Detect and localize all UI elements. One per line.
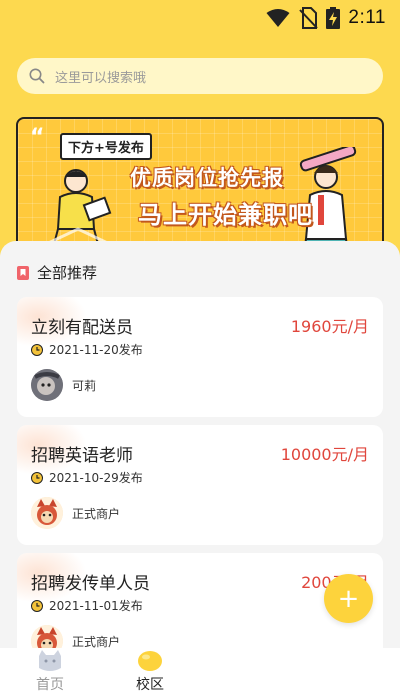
- bottom-nav: 首页 校区: [0, 648, 400, 700]
- search-bar[interactable]: 这里可以搜索哦: [17, 58, 383, 94]
- job-card[interactable]: 招聘英语老师 10000元/月 2021-10-29发布 正式商户: [17, 425, 383, 545]
- home-icon: [39, 650, 61, 671]
- avatar: [31, 369, 63, 401]
- status-bar: 2:11: [0, 0, 400, 36]
- job-title: 招聘英语老师: [31, 446, 133, 466]
- nav-item-home[interactable]: 首页: [20, 648, 80, 700]
- poster-name: 正式商户: [72, 634, 121, 649]
- job-card[interactable]: 立刻有配送员 1960元/月 2021-11-20发布 可莉: [17, 297, 383, 417]
- status-time: 2:11: [348, 7, 386, 28]
- section-header: 全部推荐: [17, 262, 97, 283]
- job-date: 2021-11-20发布: [49, 343, 143, 357]
- job-date: 2021-10-29发布: [49, 471, 143, 485]
- plus-icon: +: [337, 583, 360, 614]
- poster-name: 正式商户: [72, 506, 121, 521]
- banner-headline-2: 马上开始兼职吧: [138, 201, 313, 229]
- job-salary: 10000元/月: [280, 445, 369, 464]
- job-poster-row: 可莉: [31, 369, 96, 401]
- no-sim-icon: [299, 7, 319, 29]
- clock-icon: [31, 343, 43, 356]
- job-date-row: 2021-10-29发布: [31, 469, 143, 486]
- banner-headline-1: 优质岗位抢先报: [130, 166, 284, 190]
- nav-label-campus: 校区: [136, 677, 164, 693]
- section-title: 全部推荐: [37, 264, 98, 282]
- bookmark-icon: [17, 265, 29, 280]
- clock-icon: [31, 471, 43, 484]
- job-title: 招聘发传单人员: [31, 574, 150, 594]
- nav-item-campus[interactable]: 校区: [120, 648, 180, 700]
- wifi-icon: [266, 9, 290, 27]
- battery-charging-icon: [326, 7, 341, 29]
- search-placeholder: 这里可以搜索哦: [55, 70, 147, 86]
- avatar: [31, 497, 63, 529]
- job-date-row: 2021-11-20发布: [31, 341, 143, 358]
- job-title: 立刻有配送员: [31, 318, 133, 338]
- banner-tag: 下方+号发布: [60, 133, 152, 160]
- nav-label-home: 首页: [36, 677, 64, 693]
- quote-mark-icon: “: [30, 125, 45, 150]
- job-date-row: 2021-11-01发布: [31, 597, 143, 614]
- poster-name: 可莉: [72, 378, 97, 393]
- add-post-button[interactable]: +: [324, 574, 373, 623]
- clock-icon: [31, 599, 43, 612]
- job-date: 2021-11-01发布: [49, 599, 143, 613]
- search-icon: [29, 68, 45, 84]
- job-salary: 1960元/月: [290, 317, 369, 336]
- job-poster-row: 正式商户: [31, 497, 120, 529]
- campus-icon: [138, 651, 162, 671]
